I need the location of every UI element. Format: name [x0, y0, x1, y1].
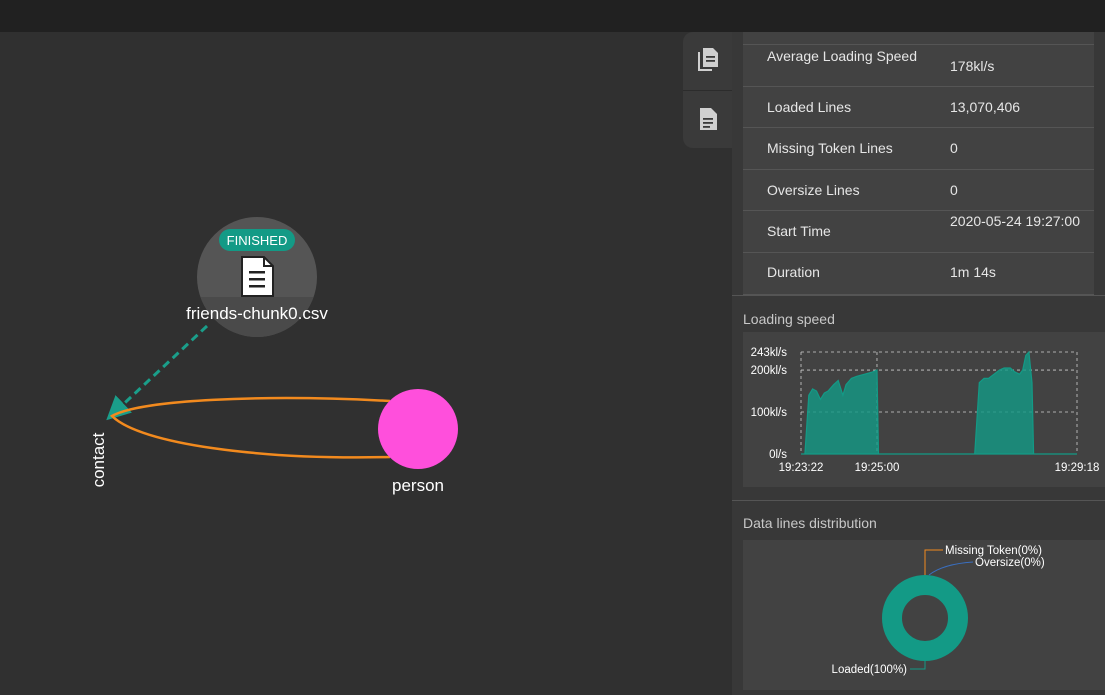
stats-row: Missing Token Lines 0	[743, 127, 1094, 169]
stats-row: Loaded Lines 13,070,406	[743, 86, 1094, 128]
pie-label: Missing Token(0%)	[945, 545, 1042, 557]
y-tick-label: 200kl/s	[751, 365, 788, 377]
top-bar	[0, 0, 1105, 32]
stat-value: 178kl/s	[950, 58, 995, 74]
section-divider	[732, 295, 1105, 296]
stat-value: 1m 14s	[950, 264, 996, 280]
file-node-label: friends-chunk0.csv	[186, 304, 328, 323]
graph-svg[interactable]: contact person FINISHED friends-chunk0.c…	[0, 32, 732, 695]
status-badge-text: FINISHED	[227, 233, 288, 248]
x-tick-label: 19:23:22	[779, 462, 824, 474]
edge-label[interactable]: contact	[89, 432, 108, 487]
pie-label: Loaded(100%)	[832, 664, 908, 676]
pie-label: Oversize(0%)	[975, 557, 1045, 569]
x-tick-label: 19:25:00	[855, 462, 900, 474]
file-node[interactable]: FINISHED friends-chunk0.csv	[186, 217, 328, 339]
y-tick-label: 100kl/s	[751, 407, 788, 419]
pie-leader-line	[910, 660, 926, 670]
graph-canvas[interactable]: contact person FINISHED friends-chunk0.c…	[0, 32, 732, 695]
stats-row: Start Time 2020-05-24 19:27:00	[743, 210, 1094, 252]
stat-key: Oversize Lines	[767, 182, 860, 198]
edge-loop[interactable]	[109, 396, 391, 459]
tab-files[interactable]	[683, 32, 732, 88]
file-icon	[241, 256, 274, 297]
distribution-title: Data lines distribution	[743, 515, 877, 531]
stat-key: Average Loading Speed	[767, 48, 917, 64]
stat-value: 0	[950, 140, 958, 156]
stat-key: Start Time	[767, 223, 831, 239]
loading-speed-card: 243kl/s 200kl/s 100kl/s 0l/s 19:23:22 19:25:0…	[743, 332, 1105, 487]
right-panel: Average Loading Speed 178kl/s Loaded Lin…	[732, 32, 1105, 695]
stats-row: Duration 1m 14s	[743, 252, 1094, 295]
stat-key: Duration	[767, 264, 820, 280]
vertex-node[interactable]	[378, 389, 458, 469]
distribution-card: Loaded(100%) Missing Token(0%) Oversize(0%…	[743, 540, 1105, 690]
stat-key: Missing Token Lines	[767, 140, 893, 156]
distribution-chart[interactable]: Loaded(100%) Missing Token(0%)Oversize(0%…	[743, 540, 1105, 690]
stats-row: Average Loading Speed 178kl/s	[743, 44, 1094, 86]
stat-key: Loaded Lines	[767, 99, 852, 115]
x-tick-label: 19:29:18	[1055, 462, 1100, 474]
y-tick-label: 0l/s	[769, 449, 787, 461]
stats-row: Oversize Lines 0	[743, 169, 1094, 211]
section-divider	[732, 500, 1105, 501]
stat-value: 0	[950, 182, 958, 198]
y-tick-label: 243kl/s	[751, 347, 788, 359]
loading-speed-chart[interactable]: 243kl/s 200kl/s 100kl/s 0l/s19:23:22 19:25:0…	[743, 332, 1105, 487]
stat-value: 2020-05-24 19:27:00	[950, 213, 1080, 229]
side-tab-strip	[683, 32, 732, 148]
document-icon	[699, 108, 717, 130]
pie-leader-line	[928, 561, 974, 576]
stat-value: 13,070,406	[950, 99, 1021, 115]
pie-slice	[882, 575, 968, 661]
speed-area	[801, 350, 1077, 455]
file-link	[106, 324, 209, 421]
stats-table: Average Loading Speed 178kl/s Loaded Lin…	[743, 32, 1094, 295]
vertex-label: person	[392, 476, 444, 495]
tab-document[interactable]	[683, 90, 732, 147]
files-copy-icon	[697, 48, 718, 71]
loading-speed-title: Loading speed	[743, 311, 835, 327]
